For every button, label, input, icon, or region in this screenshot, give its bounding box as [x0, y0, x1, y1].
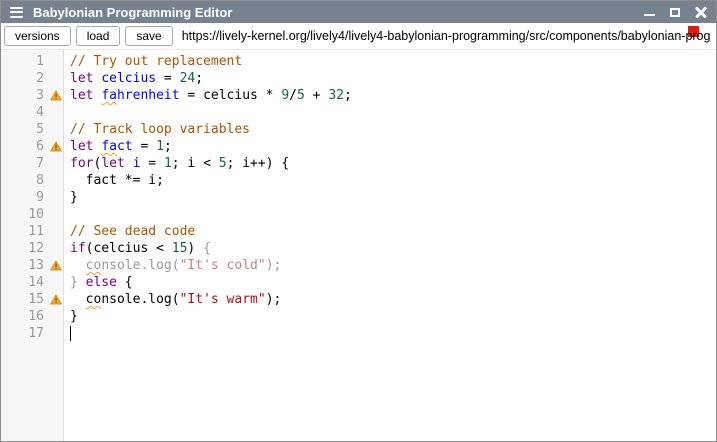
icon-cell: [47, 53, 64, 70]
code-line[interactable]: 13 console.log("It's cold");: [1, 257, 716, 274]
warning-icon-cell: [47, 87, 64, 104]
line-number: 12: [1, 240, 47, 257]
code-text: } else {: [64, 274, 133, 291]
code-line[interactable]: 4: [1, 104, 716, 121]
code-line[interactable]: 3 let fahrenheit = celcius * 9/5 + 32;: [1, 87, 716, 104]
line-number: 7: [1, 155, 47, 172]
code-line[interactable]: 10: [1, 206, 716, 223]
toolbar: versions load save: [1, 23, 716, 50]
icon-cell: [47, 121, 64, 138]
code-text: // See dead code: [64, 223, 195, 240]
code-text: console.log("It's cold");: [64, 257, 281, 274]
icon-cell: [47, 325, 64, 342]
code-line[interactable]: 1 // Try out replacement: [1, 53, 716, 70]
line-number: 14: [1, 274, 47, 291]
code-text: fact *= i;: [64, 172, 164, 189]
code-editor[interactable]: 1 // Try out replacement 2 let celcius = 24…: [1, 50, 716, 441]
code-line[interactable]: 15 console.log("It's warm");: [1, 291, 716, 308]
icon-cell: [47, 104, 64, 121]
app-window: Babylonian Programming Editor versions l…: [0, 0, 717, 442]
code-text: [64, 325, 71, 342]
url-input[interactable]: [178, 29, 716, 43]
line-number: 1: [1, 53, 47, 70]
line-number: 4: [1, 104, 47, 121]
line-number: 15: [1, 291, 47, 308]
save-button[interactable]: save: [125, 26, 172, 46]
line-number: 6: [1, 138, 47, 155]
warning-icon-cell: [47, 138, 64, 155]
close-icon[interactable]: [695, 6, 707, 18]
line-number: 11: [1, 223, 47, 240]
line-number: 3: [1, 87, 47, 104]
line-number: 16: [1, 308, 47, 325]
code-line[interactable]: 14 } else {: [1, 274, 716, 291]
icon-cell: [47, 155, 64, 172]
code-text: let fact = 1;: [64, 138, 172, 155]
code-text: let fahrenheit = celcius * 9/5 + 32;: [64, 87, 352, 104]
line-number: 5: [1, 121, 47, 138]
load-button[interactable]: load: [76, 26, 121, 46]
window-controls: [644, 6, 707, 18]
warning-icon[interactable]: [50, 294, 62, 305]
warning-icon[interactable]: [50, 90, 62, 101]
code-text: for(let i = 1; i < 5; i++) {: [64, 155, 289, 172]
window-title: Babylonian Programming Editor: [33, 5, 232, 20]
code-text: console.log("It's warm");: [64, 291, 281, 308]
code-text: }: [64, 189, 78, 206]
icon-cell: [47, 223, 64, 240]
code-line[interactable]: 5 // Track loop variables: [1, 121, 716, 138]
code-line[interactable]: 6 let fact = 1;: [1, 138, 716, 155]
code-lines: 1 // Try out replacement 2 let celcius = 24…: [1, 50, 716, 342]
code-text: // Try out replacement: [64, 53, 242, 70]
icon-cell: [47, 70, 64, 87]
line-number: 8: [1, 172, 47, 189]
warning-icon-cell: [47, 291, 64, 308]
icon-cell: [47, 172, 64, 189]
maximize-icon[interactable]: [670, 8, 680, 17]
code-line[interactable]: 2 let celcius = 24;: [1, 70, 716, 87]
warning-icon-cell: [47, 257, 64, 274]
icon-cell: [47, 308, 64, 325]
code-line[interactable]: 17: [1, 325, 716, 342]
icon-cell: [47, 240, 64, 257]
code-text: if(celcius < 15) {: [64, 240, 211, 257]
code-line[interactable]: 7 for(let i = 1; i < 5; i++) {: [1, 155, 716, 172]
titlebar: Babylonian Programming Editor: [1, 1, 716, 23]
line-number: 10: [1, 206, 47, 223]
icon-cell: [47, 189, 64, 206]
minimize-icon[interactable]: [644, 14, 655, 16]
code-text: let celcius = 24;: [64, 70, 203, 87]
code-line[interactable]: 11 // See dead code: [1, 223, 716, 240]
versions-button[interactable]: versions: [4, 26, 71, 46]
text-cursor: [70, 326, 71, 341]
line-number: 13: [1, 257, 47, 274]
code-line[interactable]: 12 if(celcius < 15) {: [1, 240, 716, 257]
url-field-wrap: [178, 23, 716, 49]
code-text: // Track loop variables: [64, 121, 250, 138]
icon-cell: [47, 274, 64, 291]
line-number: 9: [1, 189, 47, 206]
code-text: }: [64, 308, 78, 325]
code-line[interactable]: 8 fact *= i;: [1, 172, 716, 189]
menu-icon[interactable]: [10, 7, 23, 18]
line-number: 2: [1, 70, 47, 87]
icon-cell: [47, 206, 64, 223]
line-number: 17: [1, 325, 47, 342]
code-line[interactable]: 9}: [1, 189, 716, 206]
warning-icon[interactable]: [50, 260, 62, 271]
warning-icon[interactable]: [50, 141, 62, 152]
code-line[interactable]: 16}: [1, 308, 716, 325]
